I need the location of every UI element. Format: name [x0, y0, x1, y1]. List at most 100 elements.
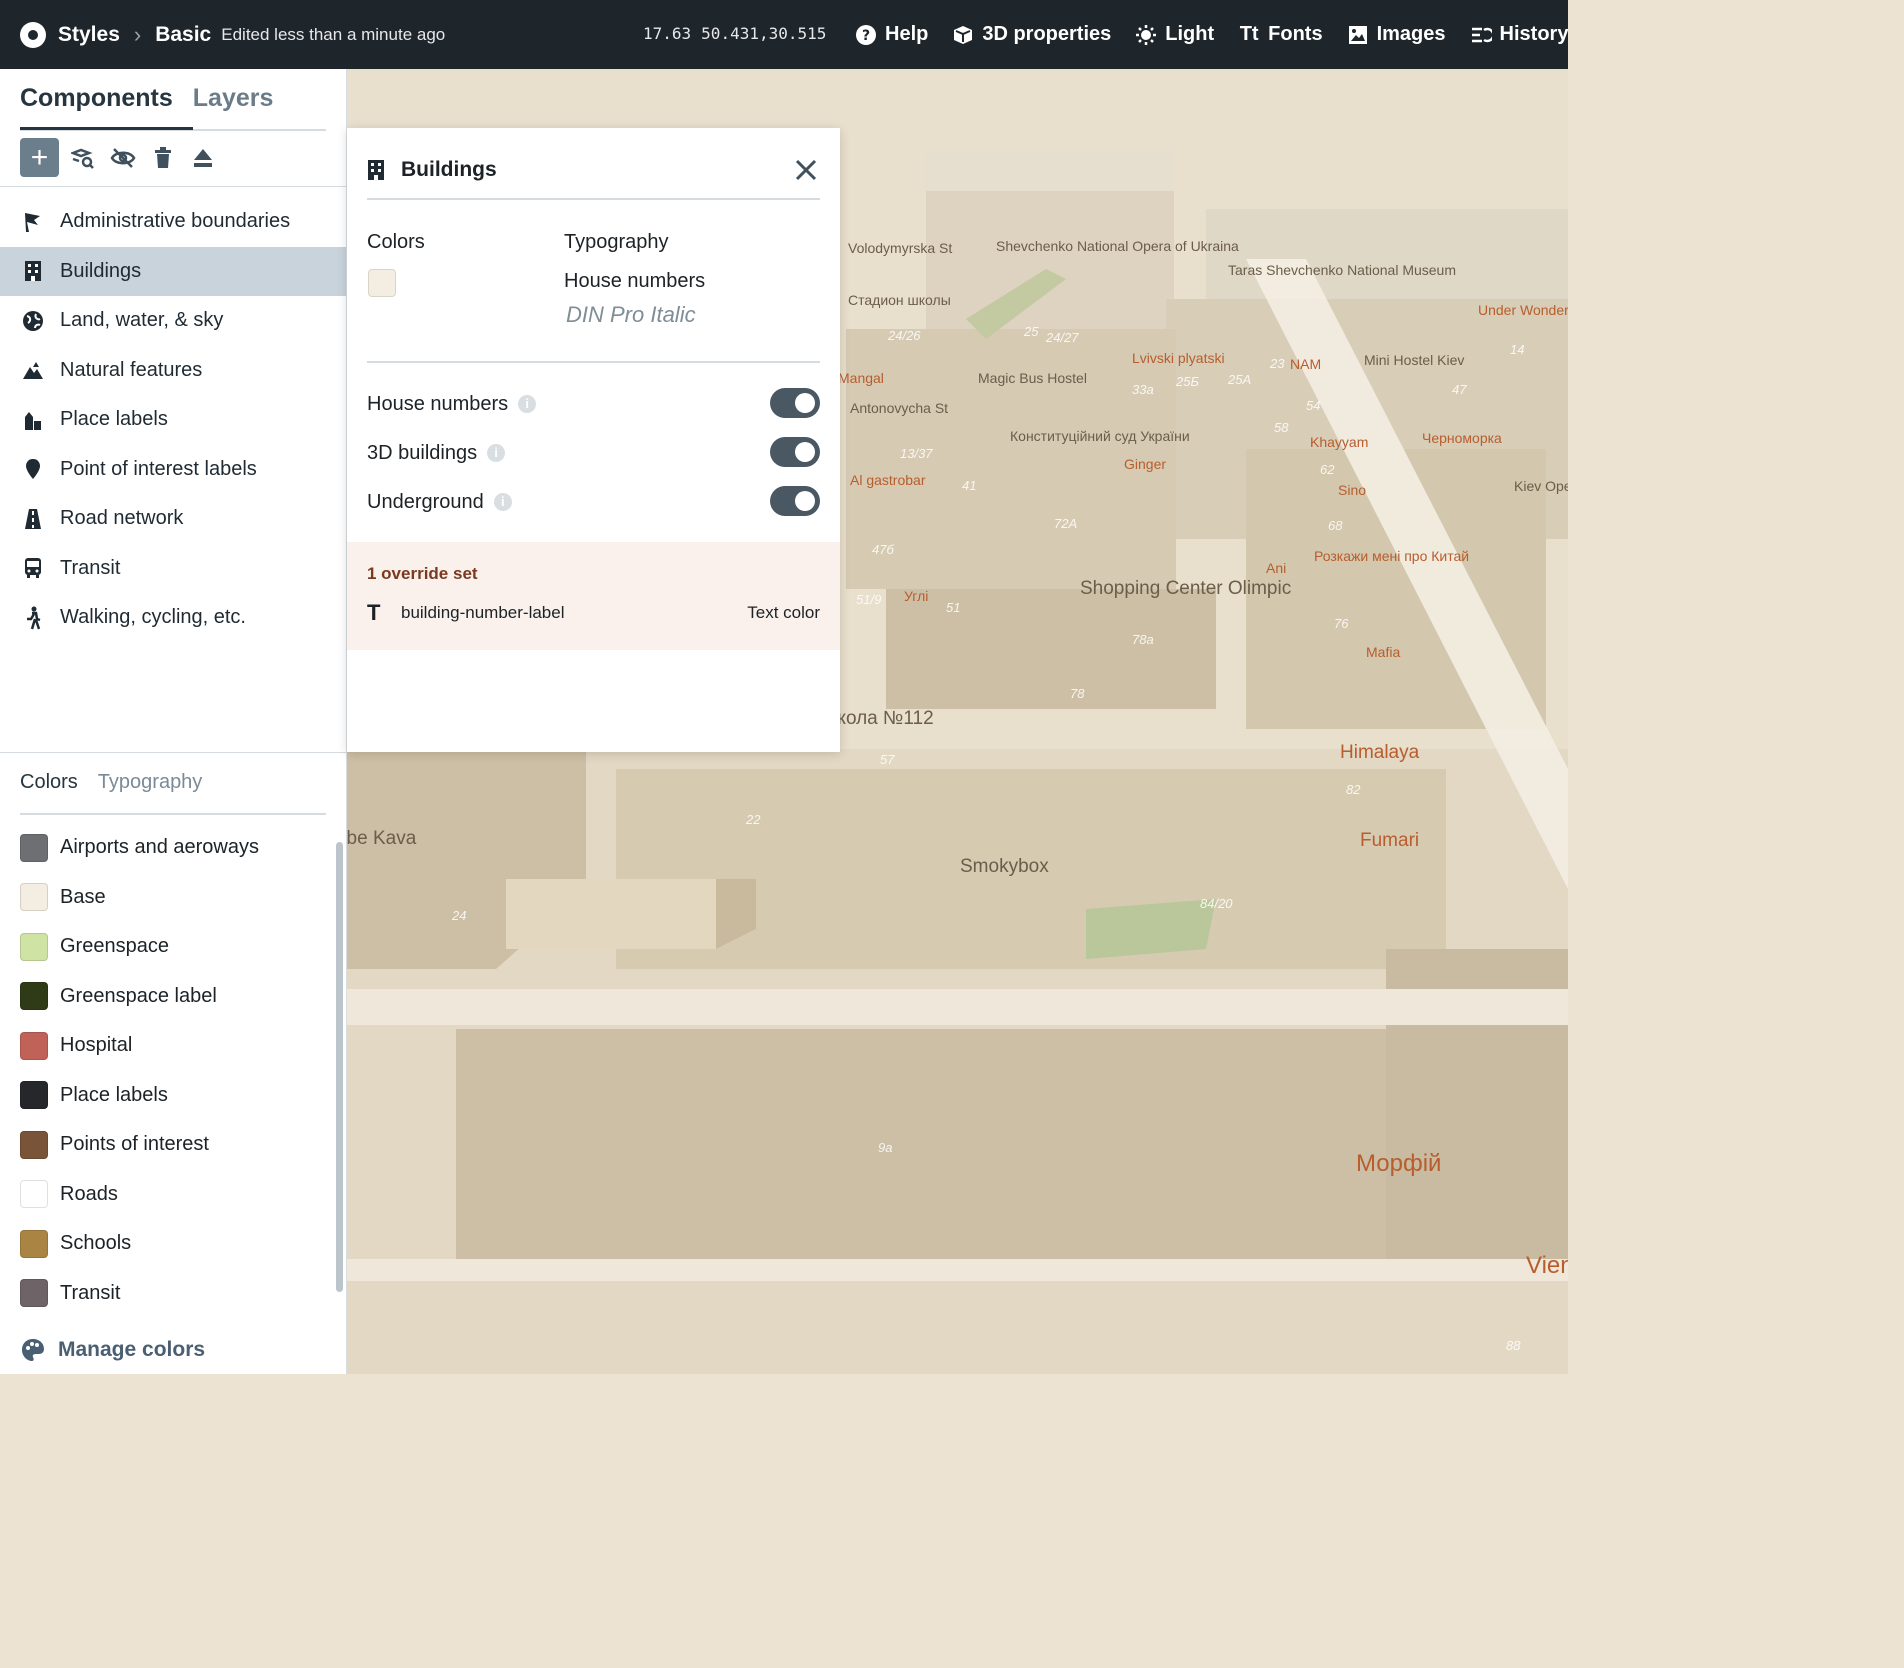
color-swatch[interactable]	[20, 932, 48, 961]
map-label[interactable]: Shopping Center Olimpic	[1080, 578, 1291, 600]
color-swatch[interactable]	[20, 1180, 48, 1209]
info-icon[interactable]: i	[518, 395, 537, 413]
map-label[interactable]: Стадион школы	[848, 292, 951, 308]
color-label: Base	[60, 885, 106, 908]
map-label[interactable]: Shevchenko National Opera of Ukraina	[996, 238, 1239, 254]
underground-toggle[interactable]	[770, 486, 820, 516]
color-swatch[interactable]	[20, 1130, 48, 1159]
images-button[interactable]: Images	[1347, 23, 1446, 46]
component-item-point-of-interest-labels[interactable]: Point of interest labels	[0, 445, 346, 495]
filter-layers-button[interactable]	[67, 139, 99, 177]
map-label[interactable]: Vienna	[1526, 1252, 1568, 1280]
map-label[interactable]: Углі	[904, 588, 928, 604]
styles-link[interactable]: Styles	[58, 23, 120, 47]
map-label[interactable]: Mafia	[1366, 644, 1400, 660]
map-label[interactable]: Kiev Opera	[1514, 478, 1568, 494]
color-swatch[interactable]	[20, 1229, 48, 1258]
map-label[interactable]: Mini Hostel Kiev	[1364, 352, 1464, 368]
color-item[interactable]: Hospital	[20, 1021, 326, 1071]
panel-divider	[367, 361, 820, 363]
color-item[interactable]: Points of interest	[20, 1120, 326, 1170]
component-item-road-network[interactable]: Road network	[0, 494, 346, 544]
tab-layers[interactable]: Layers	[193, 83, 294, 127]
panel-tabs: Components Layers	[20, 83, 326, 131]
color-swatch[interactable]	[20, 982, 48, 1011]
map-label[interactable]: Himalaya	[1340, 742, 1419, 764]
component-item-transit[interactable]: Transit	[0, 544, 346, 594]
map-label[interactable]: Sino	[1338, 482, 1366, 498]
history-label: History	[1499, 23, 1568, 45]
component-item-land-water-sky[interactable]: Land, water, & sky	[0, 296, 346, 346]
add-component-button[interactable]: +	[20, 138, 59, 177]
manage-colors-button[interactable]: Manage colors	[20, 1337, 205, 1363]
tab-typography[interactable]: Typography	[98, 769, 203, 813]
color-item[interactable]: Schools	[20, 1219, 326, 1269]
3d-properties-button[interactable]: 3D properties	[952, 23, 1111, 46]
house-numbers-toggle[interactable]	[770, 388, 820, 418]
color-item[interactable]: Airports and aeroways	[20, 823, 326, 873]
map-label[interactable]: Volodymyrska St	[848, 240, 952, 256]
map-label[interactable]: Magic Bus Hostel	[978, 370, 1087, 386]
history-button[interactable]: History	[1470, 23, 1568, 46]
map-label[interactable]: Черноморка	[1422, 430, 1502, 446]
color-item[interactable]: Roads	[20, 1170, 326, 1220]
component-label: Natural features	[60, 358, 203, 381]
3d-buildings-toggle[interactable]	[770, 437, 820, 467]
font-name[interactable]: DIN Pro Italic	[566, 302, 696, 328]
component-item-place-labels[interactable]: Place labels	[0, 395, 346, 445]
color-item[interactable]: Greenspace	[20, 922, 326, 972]
map-label[interactable]: NAM	[1290, 356, 1321, 372]
color-swatch[interactable]	[20, 833, 48, 862]
color-item[interactable]: Place labels	[20, 1071, 326, 1121]
color-swatch[interactable]	[20, 1031, 48, 1060]
typography-item-label[interactable]: House numbers	[564, 270, 705, 293]
logo-icon[interactable]	[20, 21, 46, 48]
delete-button[interactable]	[147, 139, 179, 177]
map-label[interactable]: Ani	[1266, 560, 1286, 576]
component-item-natural-features[interactable]: Natural features	[0, 346, 346, 396]
components-list: Administrative boundaries Buildings Land, …	[0, 197, 346, 643]
color-swatch[interactable]	[20, 883, 48, 912]
text-size-icon: Tt	[1239, 23, 1259, 45]
map-label[interactable]: Mangal	[838, 370, 884, 386]
color-swatch[interactable]	[20, 1081, 48, 1110]
component-item-administrative-boundaries[interactable]: Administrative boundaries	[0, 197, 346, 247]
component-item-buildings[interactable]: Buildings	[0, 246, 346, 296]
override-row[interactable]: T building-number-label Text color	[367, 600, 820, 626]
map-label[interactable]: Al gastrobar	[850, 472, 925, 488]
info-icon[interactable]: i	[487, 444, 506, 462]
toggle-visibility-button[interactable]	[107, 139, 139, 177]
fonts-button[interactable]: Tt Fonts	[1238, 23, 1323, 46]
map-label[interactable]: Taras Shevchenko National Museum	[1228, 262, 1456, 278]
color-item[interactable]: Base	[20, 873, 326, 923]
house-number-label: 9a	[878, 1140, 893, 1155]
map-label[interactable]: Ginger	[1124, 456, 1166, 472]
tab-components[interactable]: Components	[20, 83, 193, 130]
tab-colors[interactable]: Colors	[20, 769, 78, 813]
map-label[interactable]: Fumari	[1360, 830, 1419, 852]
map-label[interactable]: Antonovycha St	[850, 400, 948, 416]
plus-icon: +	[30, 140, 49, 174]
close-icon[interactable]	[792, 156, 820, 184]
zoom-level: 17.63	[643, 24, 692, 43]
building-color-swatch[interactable]	[368, 269, 396, 297]
map-label[interactable]: Vibe Kava	[346, 828, 416, 850]
colors-scrollbar[interactable]	[336, 842, 343, 1292]
light-button[interactable]: Light	[1135, 23, 1214, 46]
map-label[interactable]: Розкажи мені про Китай	[1314, 548, 1469, 564]
color-swatch[interactable]	[20, 1279, 48, 1308]
map-label[interactable]: Lvivski plyatski	[1132, 350, 1225, 366]
color-item[interactable]: Transit	[20, 1269, 326, 1319]
map-label[interactable]: Smokybox	[960, 856, 1049, 878]
map-label[interactable]: Конституційний суд України	[1010, 428, 1190, 444]
component-item-walking-cycling-etc[interactable]: Walking, cycling, etc.	[0, 593, 346, 643]
house-number-label: 14	[1510, 342, 1525, 357]
color-item[interactable]: Greenspace label	[20, 972, 326, 1022]
map-label[interactable]: Under Wonder	[1478, 302, 1568, 318]
style-name[interactable]: Basic	[155, 23, 211, 47]
info-icon[interactable]: i	[493, 493, 512, 511]
map-label[interactable]: Khayyam	[1310, 434, 1368, 450]
map-label[interactable]: Морфій	[1356, 1150, 1441, 1178]
help-button[interactable]: ? Help	[855, 23, 928, 46]
eject-button[interactable]	[187, 139, 219, 177]
